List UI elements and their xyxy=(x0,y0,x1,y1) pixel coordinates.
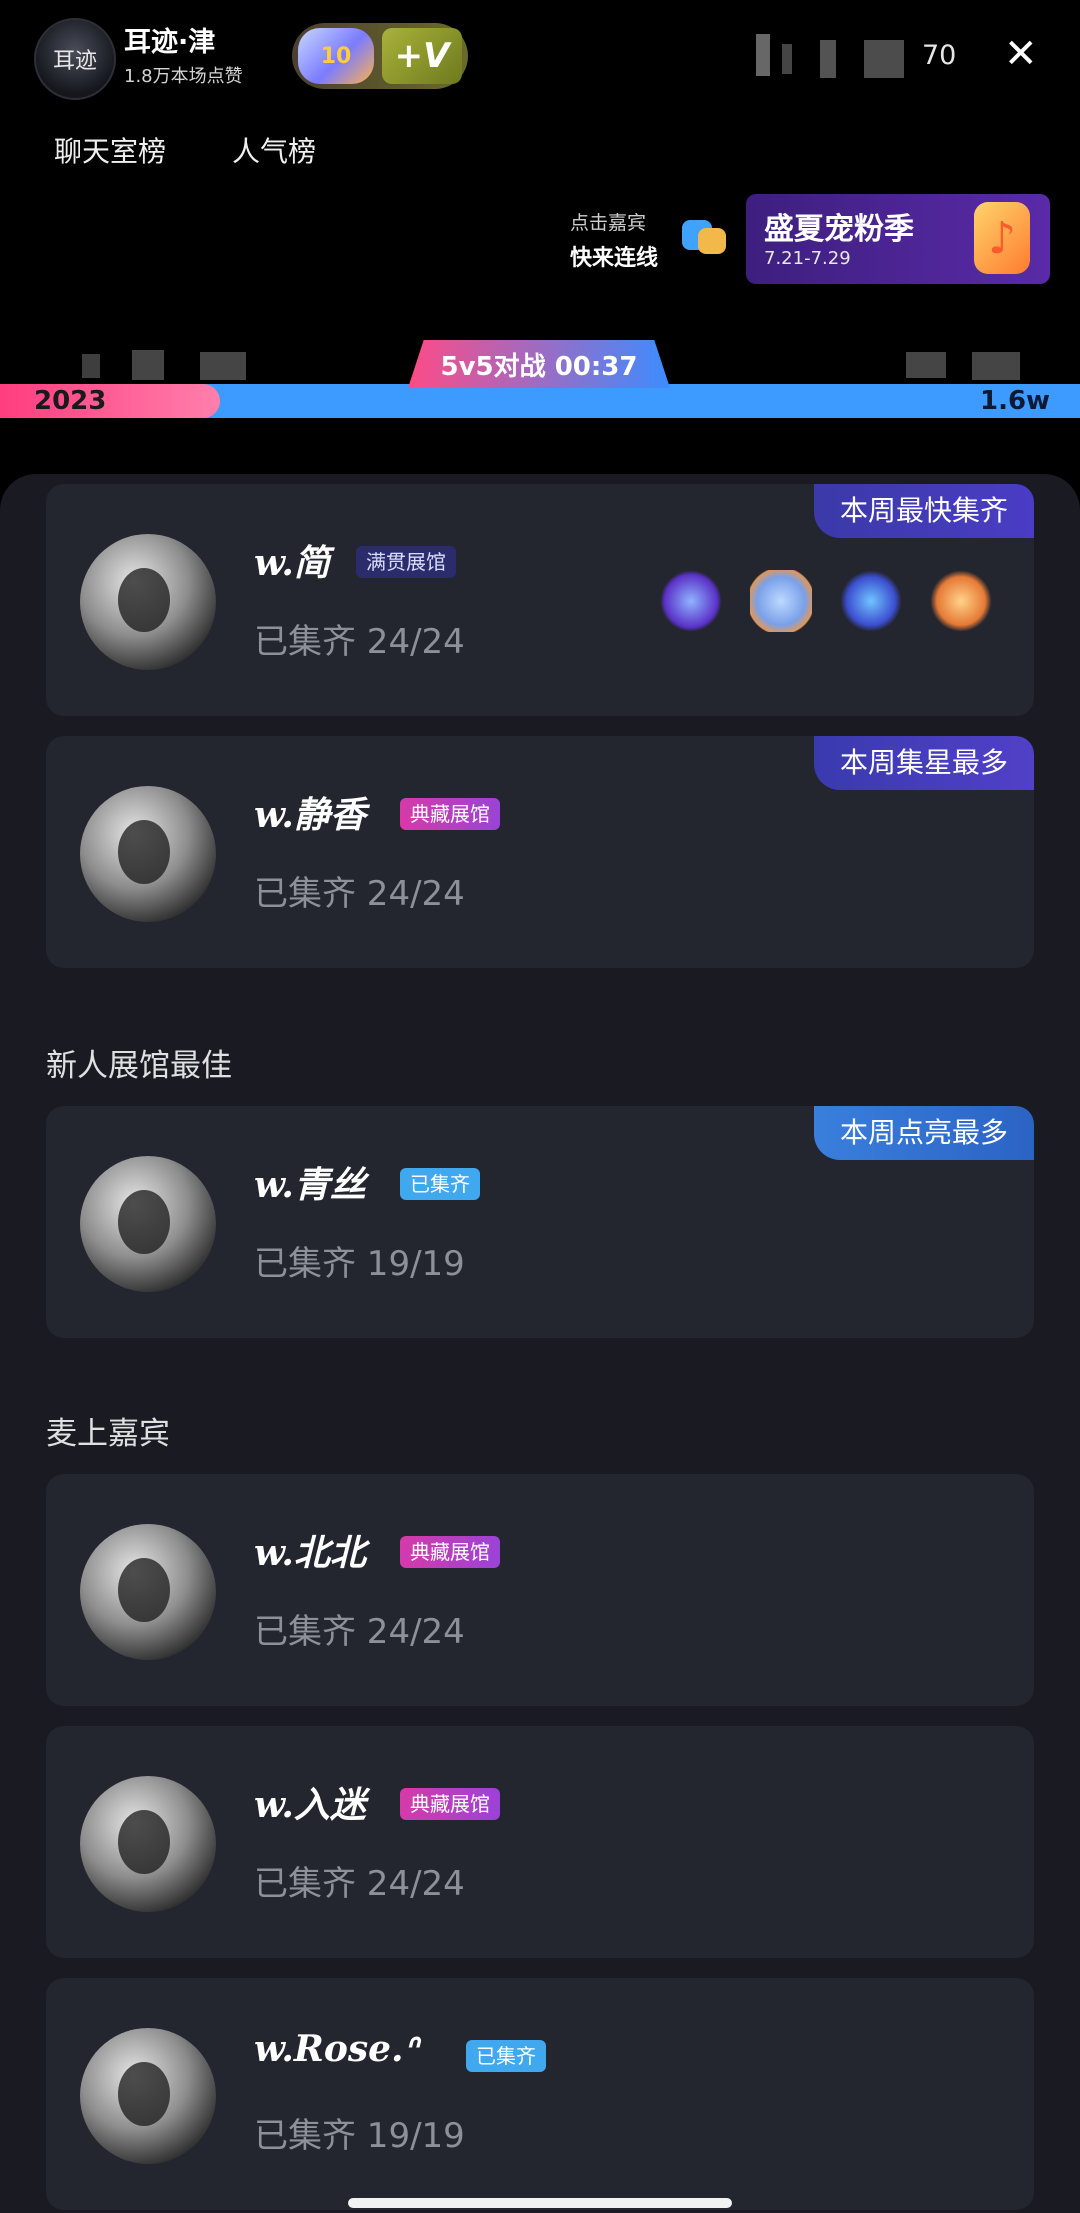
pk-avatar-blur[interactable] xyxy=(132,350,164,380)
music-note-icon: ♪ xyxy=(974,202,1030,274)
guest-connect[interactable]: 快来连线 xyxy=(570,240,658,272)
pk-right-score: 1.6w xyxy=(980,386,1051,416)
guest-name: w.Rose.⁠ᐢ xyxy=(254,2028,418,2070)
hall-tag: 典藏展馆 xyxy=(400,1536,500,1568)
tab-chatroom-rank[interactable]: 聊天室榜 xyxy=(54,130,166,170)
fan-level-value: 10 xyxy=(320,43,352,69)
vip-badge-icon[interactable]: +V xyxy=(382,28,462,84)
guest-card[interactable]: w.青丝 已集齐 已集齐 19/19 本周点亮最多 xyxy=(46,1106,1034,1338)
viewer-avatar-blur[interactable] xyxy=(864,40,904,78)
fan-level-badge-icon[interactable]: 10 xyxy=(298,28,374,84)
hall-tag: 已集齐 xyxy=(466,2040,546,2072)
pk-avatar-blur[interactable] xyxy=(200,352,246,380)
viewer-avatar-blur[interactable] xyxy=(782,44,792,74)
pk-battle-label: 5v5对战 00:37 xyxy=(408,340,670,388)
home-indicator[interactable] xyxy=(348,2198,732,2208)
week-award-badge: 本周点亮最多 xyxy=(813,1106,1034,1160)
room-likes: 1.8万本场点赞 xyxy=(124,66,243,87)
hall-tag: 典藏展馆 xyxy=(400,798,500,830)
guest-name: w.青丝 xyxy=(254,1164,366,1206)
guest-name: w.入迷 xyxy=(254,1784,366,1826)
avatar[interactable] xyxy=(80,534,216,670)
mascot-gift-icon[interactable] xyxy=(930,570,992,632)
viewer-avatar-blur[interactable] xyxy=(820,40,836,78)
collect-progress: 已集齐 19/19 xyxy=(254,1244,465,1284)
jet-gift-icon[interactable] xyxy=(840,570,902,632)
pk-left-score: 2023 xyxy=(34,386,107,416)
guest-name: w.静香 xyxy=(254,794,366,836)
chat-bubble-icon xyxy=(698,228,726,254)
viewer-avatar-blur[interactable] xyxy=(756,34,770,76)
tab-popularity-rank[interactable]: 人气榜 xyxy=(232,130,316,170)
section-title-new-best: 新人展馆最佳 xyxy=(46,1048,232,1084)
vip-badge-label: +V xyxy=(394,36,450,76)
hall-tag: 满贯展馆 xyxy=(356,546,456,578)
promo-date: 7.21-7.29 xyxy=(764,248,851,269)
avatar[interactable] xyxy=(80,1156,216,1292)
guest-name: w.简 xyxy=(254,542,330,584)
gallery-panel: w.简 满贯展馆 已集齐 24/24 本周最快集齐 w.静香 典藏展馆 已集齐 … xyxy=(0,474,1080,2213)
guest-card[interactable]: w.简 满贯展馆 已集齐 24/24 本周最快集齐 xyxy=(46,484,1034,716)
room-avatar[interactable]: 耳迹 xyxy=(34,18,116,100)
pk-avatar-blur[interactable] xyxy=(906,352,946,378)
close-icon[interactable]: ✕ xyxy=(1004,34,1038,74)
avatar[interactable] xyxy=(80,2028,216,2164)
pk-avatar-blur[interactable] xyxy=(82,354,100,378)
hall-tag: 典藏展馆 xyxy=(400,1788,500,1820)
avatar[interactable] xyxy=(80,1524,216,1660)
collect-progress: 已集齐 24/24 xyxy=(254,1864,465,1904)
guest-hint[interactable]: 点击嘉宾 xyxy=(570,208,646,235)
hall-tag: 已集齐 xyxy=(400,1168,480,1200)
pk-progress-left xyxy=(0,384,220,418)
room-title[interactable]: 耳迹·津 xyxy=(124,20,215,59)
promo-title: 盛夏宠粉季 xyxy=(764,212,914,247)
collect-progress: 已集齐 19/19 xyxy=(254,2116,465,2156)
section-title-on-mic: 麦上嘉宾 xyxy=(46,1416,170,1452)
balloon-gift-icon[interactable] xyxy=(750,570,812,632)
logo-text: 耳迹 xyxy=(52,49,97,74)
avatar[interactable] xyxy=(80,786,216,922)
guest-card[interactable]: w.北北 典藏展馆 已集齐 24/24 xyxy=(46,1474,1034,1706)
guest-card[interactable]: w.入迷 典藏展馆 已集齐 24/24 xyxy=(46,1726,1034,1958)
collect-progress: 已集齐 24/24 xyxy=(254,622,465,662)
week-award-badge: 本周最快集齐 xyxy=(813,484,1034,538)
viewer-count[interactable]: 70 xyxy=(922,40,956,71)
collect-progress: 已集齐 24/24 xyxy=(254,874,465,914)
collect-progress: 已集齐 24/24 xyxy=(254,1612,465,1652)
pk-avatar-blur[interactable] xyxy=(972,352,1020,380)
guest-name: w.北北 xyxy=(254,1532,366,1574)
guest-card[interactable]: w.Rose.⁠ᐢ 已集齐 已集齐 19/19 xyxy=(46,1978,1034,2210)
avatar[interactable] xyxy=(80,1776,216,1912)
week-award-badge: 本周集星最多 xyxy=(813,736,1034,790)
guest-card[interactable]: w.静香 典藏展馆 已集齐 24/24 本周集星最多 xyxy=(46,736,1034,968)
rocket-gift-icon[interactable] xyxy=(660,570,722,632)
